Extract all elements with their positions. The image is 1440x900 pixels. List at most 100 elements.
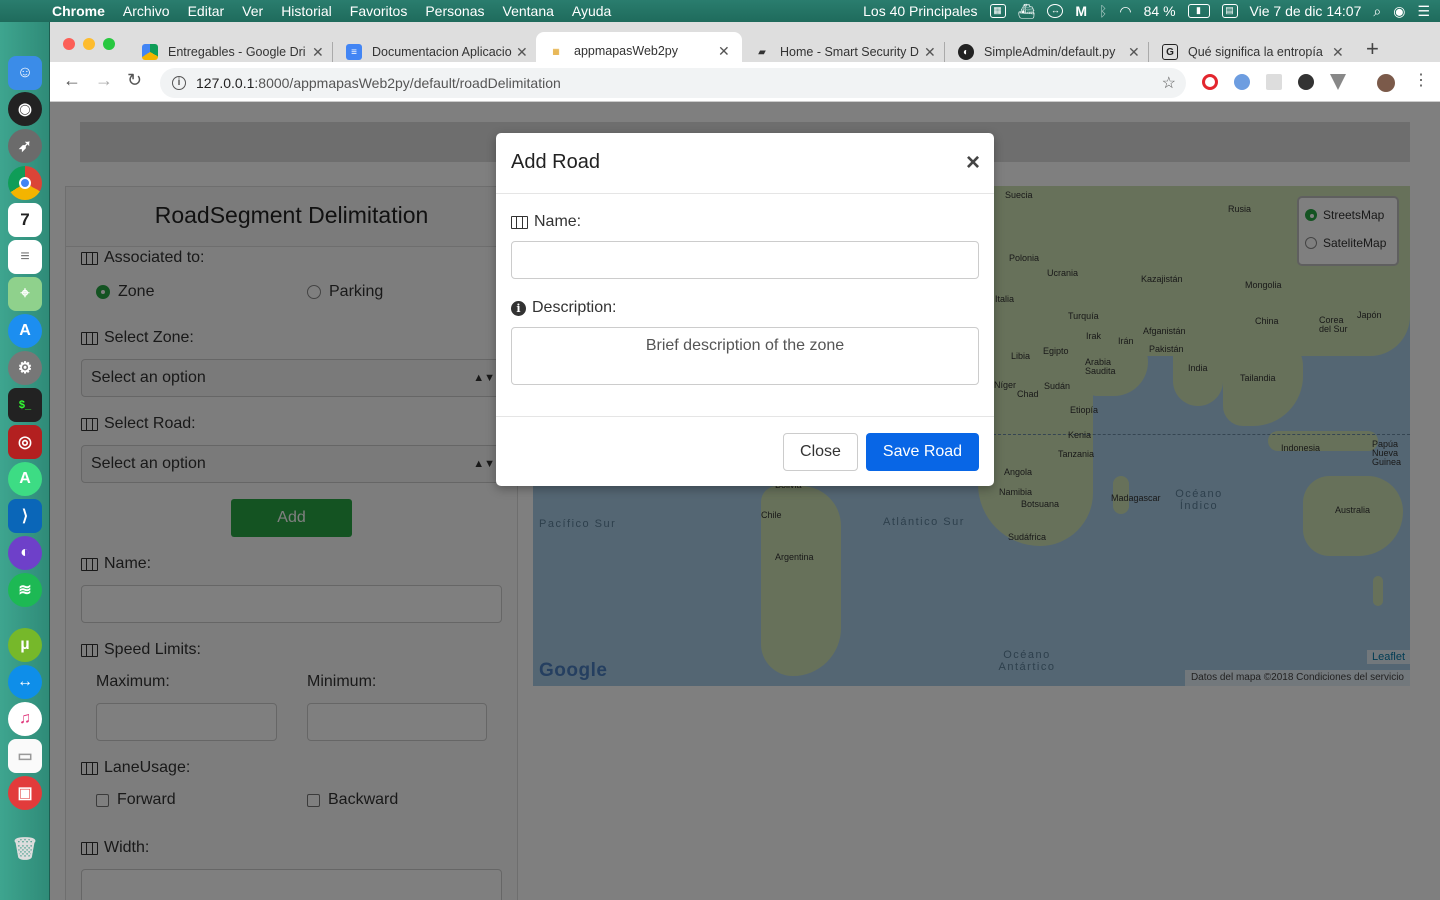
forward-arrow-icon[interactable]: → [95, 70, 113, 91]
radio-app-icon[interactable]: ▣ [8, 776, 42, 810]
datetime[interactable]: Vie 7 de dic 14:07 [1250, 3, 1362, 19]
google-drive-icon [142, 44, 158, 60]
bookmark-star-icon[interactable]: ☆ [1162, 73, 1176, 93]
url-host: 127.0.0.1 [196, 75, 255, 91]
macos-menu-bar: Chrome Archivo Editar Ver Historial Favo… [0, 0, 1440, 22]
malwarebytes-icon[interactable]: M [1075, 3, 1087, 19]
window-minimize-button[interactable] [83, 38, 95, 50]
battery-text: 84 % [1143, 3, 1176, 19]
maps-app-icon[interactable]: ⌖ [8, 277, 42, 311]
close-icon[interactable]: ✕ [924, 44, 936, 61]
modal-footer: Close Save Road [496, 416, 994, 486]
page-content: RoadSegment Delimitation Associated to: … [50, 102, 1440, 900]
document-icon[interactable]: ▭ [8, 739, 42, 773]
description-placeholder: Brief description of the zone [645, 337, 845, 354]
menu-app-name[interactable]: Chrome [52, 3, 105, 19]
google-docs-icon: ≡ [346, 44, 362, 60]
menu-historial[interactable]: Historial [281, 3, 332, 19]
vue-devtools-icon[interactable] [1330, 74, 1346, 90]
close-icon[interactable]: ✕ [1128, 44, 1140, 61]
g-icon: G [1162, 44, 1178, 60]
bluetooth-icon[interactable]: ᛒ [1099, 3, 1107, 19]
notification-center-icon[interactable]: ☰ [1417, 3, 1430, 20]
menu-archivo[interactable]: Archivo [123, 3, 170, 19]
chrome-icon[interactable] [8, 166, 42, 200]
spotlight-icon[interactable]: ⌕ [1373, 3, 1381, 20]
close-icon[interactable]: ✕ [312, 44, 324, 61]
teamviewer-dock-icon[interactable]: ↔ [8, 665, 42, 699]
android-studio-icon[interactable]: A [8, 462, 42, 496]
github-desktop-icon[interactable]: ◐ [8, 536, 42, 570]
modal-name-label: Name: [511, 213, 581, 231]
github-icon: ◐ [958, 44, 974, 60]
menu-ver[interactable]: Ver [242, 3, 263, 19]
spotify-icon[interactable]: ≋ [8, 573, 42, 607]
modal-description-label-text: Description: [532, 299, 617, 316]
finder-icon[interactable]: ☺ [8, 56, 42, 90]
new-tab-button[interactable]: + [1366, 36, 1379, 62]
opera-extension-icon[interactable] [1202, 74, 1218, 90]
close-icon[interactable]: ✕ [718, 43, 730, 60]
window-close-button[interactable] [63, 38, 75, 50]
docker-icon[interactable]: ⛴ [1018, 3, 1036, 20]
modal-title: Add Road [511, 151, 600, 173]
tab-label: Home - Smart Security D [780, 45, 919, 59]
itunes-icon[interactable]: ♫ [8, 702, 42, 736]
launchpad-icon[interactable]: ➶ [8, 129, 42, 163]
menu-personas[interactable]: Personas [425, 3, 484, 19]
reminders-icon[interactable]: ≡ [8, 240, 42, 274]
vscode-icon[interactable]: ⟩ [8, 499, 42, 533]
info-icon: i [511, 300, 526, 316]
teamviewer-icon[interactable]: ↔ [1047, 4, 1064, 18]
siri-dock-icon[interactable]: ◉ [8, 92, 42, 126]
save-road-button[interactable]: Save Road [866, 433, 979, 471]
now-playing-text[interactable]: Los 40 Principales [863, 3, 977, 19]
url-path: :8000/appmapasWeb2py/default/roadDelimit… [254, 75, 561, 91]
dark-extension-icon[interactable] [1298, 74, 1314, 90]
menu-editar[interactable]: Editar [188, 3, 225, 19]
blue-extension-icon[interactable] [1234, 74, 1250, 90]
utorrent-icon[interactable]: µ [8, 628, 42, 662]
close-icon[interactable]: ✕ [516, 44, 528, 61]
trash-icon[interactable]: 🗑 [8, 832, 42, 866]
close-icon[interactable]: × [966, 149, 980, 177]
modal-header: Add Road × [496, 133, 994, 194]
radio-icon[interactable]: ▦ [989, 4, 1006, 18]
calendar-app-icon[interactable]: 7 [8, 203, 42, 237]
close-icon[interactable]: ✕ [1332, 44, 1344, 61]
menu-ayuda[interactable]: Ayuda [572, 3, 611, 19]
tab-label: SimpleAdmin/default.py [984, 45, 1116, 59]
tab-label: appmapasWeb2py [574, 44, 679, 58]
info-icon[interactable]: i [172, 76, 186, 90]
window-zoom-button[interactable] [103, 38, 115, 50]
siri-icon[interactable]: ◉ [1393, 3, 1405, 20]
macos-dock: ☺ ◉ ➶ 7 ≡ ⌖ A ⚙ $_ ◎ A ⟩ ◐ ≋ µ ↔ ♫ ▭ ▣ 🗑 [0, 22, 50, 900]
web2py-icon: ▦ [552, 46, 560, 56]
app-store-icon[interactable]: A [8, 314, 42, 348]
road-description-textarea[interactable]: Brief description of the zone [511, 327, 979, 385]
address-bar[interactable]: i 127.0.0.1 :8000/appmapasWeb2py/default… [160, 68, 1186, 98]
browser-toolbar: ← → ↻ i 127.0.0.1 :8000/appmapasWeb2py/d… [50, 62, 1440, 102]
photo-booth-icon[interactable]: ◎ [8, 425, 42, 459]
menu-favoritos[interactable]: Favoritos [350, 3, 408, 19]
system-preferences-icon[interactable]: ⚙ [8, 351, 42, 385]
chrome-menu-icon[interactable]: ⋮ [1413, 70, 1429, 90]
close-button[interactable]: Close [783, 433, 858, 471]
tab-label: Qué significa la entropía [1188, 45, 1323, 59]
modal-description-label: i Description: [511, 299, 616, 317]
add-road-modal: Add Road × Name: i Description: Brief de… [496, 133, 994, 486]
modal-name-label-text: Name: [534, 213, 582, 230]
profile-avatar[interactable] [1377, 74, 1395, 92]
tab-label: Documentacion Aplicacio [372, 45, 512, 59]
back-arrow-icon[interactable]: ← [63, 70, 81, 91]
reload-icon[interactable]: ↻ [127, 70, 142, 91]
menu-ventana[interactable]: Ventana [503, 3, 554, 19]
calendar-icon[interactable]: ▤ [1221, 4, 1238, 18]
wifi-icon[interactable]: ◠ [1119, 3, 1131, 20]
gray-extension-icon[interactable] [1266, 74, 1282, 90]
road-name-input[interactable] [511, 241, 979, 279]
terminal-icon[interactable]: $_ [8, 388, 42, 422]
tab-label: Entregables - Google Dri [168, 45, 306, 59]
book-icon: ▰ [758, 46, 766, 58]
battery-icon[interactable]: ▮ [1187, 4, 1210, 18]
